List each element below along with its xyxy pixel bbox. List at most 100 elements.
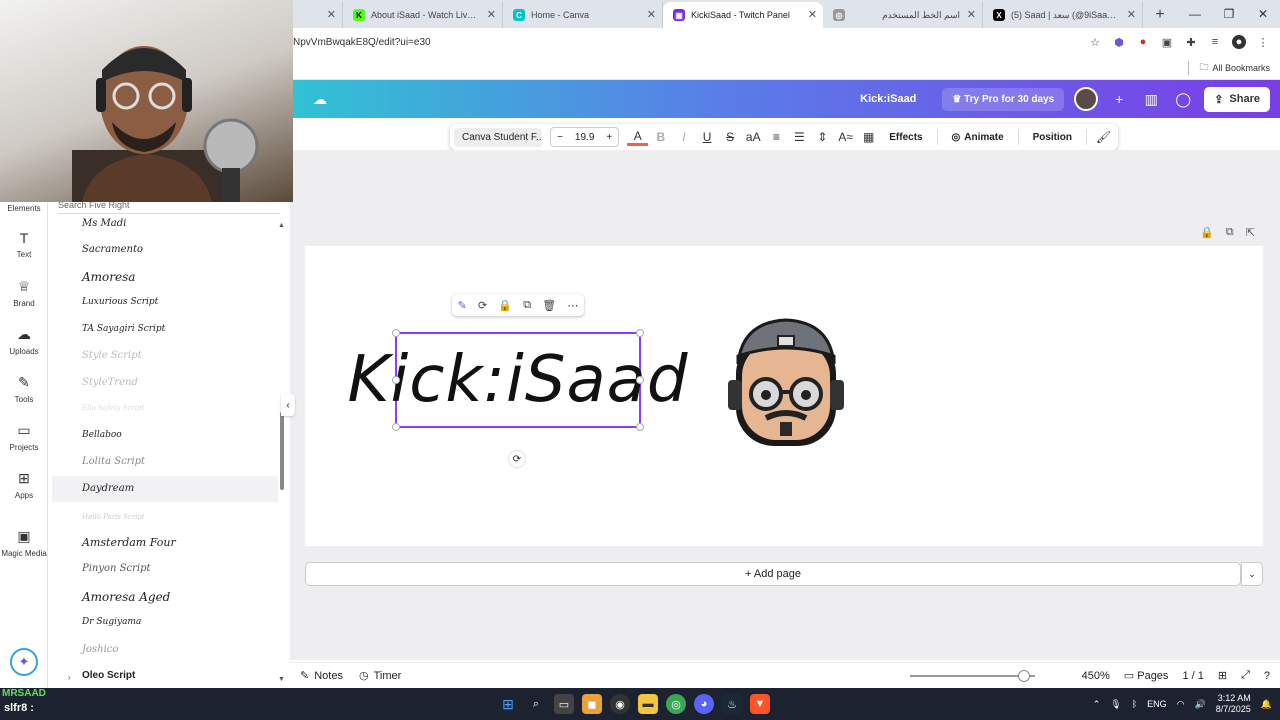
avatar[interactable] xyxy=(1074,87,1099,111)
rail-apps[interactable]: ⊞ Apps xyxy=(0,470,48,500)
text-effects-icon[interactable]: A≈ xyxy=(835,126,856,148)
resize-handle[interactable] xyxy=(636,376,644,384)
underline-icon[interactable]: U xyxy=(697,126,718,148)
font-list-item[interactable]: Amoresa xyxy=(82,270,135,284)
font-list-item[interactable]: Sacramento xyxy=(82,244,143,255)
obs-icon[interactable]: ◉ xyxy=(610,694,630,714)
all-bookmarks-link[interactable]: All Bookmarks xyxy=(1212,63,1270,73)
transparency-icon[interactable]: ▦ xyxy=(858,126,879,148)
chevron-up-icon[interactable]: ⌃ xyxy=(1093,699,1101,710)
url-field[interactable]: NpvVmBwqakE8Q/edit?ui=e30 xyxy=(293,37,1088,48)
chevron-down-icon[interactable]: ⌄ xyxy=(1241,562,1263,586)
italic-icon[interactable]: I xyxy=(673,126,694,148)
font-list-item[interactable]: Ms Madi xyxy=(82,218,126,229)
font-list-item[interactable]: Joshico xyxy=(82,644,118,655)
store-icon[interactable]: ◼ xyxy=(582,694,602,714)
rail-elements[interactable]: Elements xyxy=(0,204,48,213)
rail-uploads[interactable]: ☁ Uploads xyxy=(0,326,48,356)
rail-projects[interactable]: ▭ Projects xyxy=(0,422,48,452)
puzzle-icon[interactable]: ✚ xyxy=(1184,35,1198,49)
font-list-item[interactable]: Bellaboo xyxy=(82,430,122,440)
collapse-panel-button[interactable]: ‹ xyxy=(281,394,295,416)
decrease-size-button[interactable]: − xyxy=(551,132,569,143)
close-window-icon[interactable]: ✕ xyxy=(1246,0,1280,28)
fullscreen-icon[interactable]: ⤢ xyxy=(1241,669,1250,682)
font-list-item[interactable]: TA Sayagiri Script xyxy=(82,324,165,334)
chrome-icon[interactable]: ◎ xyxy=(666,694,686,714)
extension-square-icon[interactable]: ▣ xyxy=(1160,35,1174,49)
zoom-slider[interactable] xyxy=(910,670,1035,682)
add-collaborator-icon[interactable]: + xyxy=(1108,91,1130,107)
rail-tools[interactable]: ✎ Tools xyxy=(0,374,48,404)
refresh-icon[interactable]: ⟳ xyxy=(478,299,487,312)
font-list-item[interactable]: Oleo Script xyxy=(82,670,135,681)
spacing-icon[interactable]: ⇕ xyxy=(812,126,833,148)
more-icon[interactable]: ⋯ xyxy=(567,299,578,312)
resize-handle[interactable] xyxy=(392,423,400,431)
font-list-item[interactable]: Ella Safety Script xyxy=(82,404,144,412)
document-title[interactable]: Kick:iSaad xyxy=(860,93,916,105)
browser-tab-canva-home[interactable]: C Home - Canva ✕ xyxy=(503,2,663,28)
extension-shield-icon[interactable]: ⬢ xyxy=(1112,35,1126,49)
rail-text[interactable]: T Text xyxy=(0,230,48,259)
lang-indicator[interactable]: ENG xyxy=(1147,699,1167,709)
media-icon[interactable]: ≡ xyxy=(1208,35,1222,49)
chevron-right-icon[interactable]: › xyxy=(68,673,71,682)
browser-tab-x[interactable]: X (5) Saad | سعد (@9iSaad) / X ✕ xyxy=(983,2,1143,28)
timer-button[interactable]: ◷ Timer xyxy=(359,669,401,683)
close-icon[interactable]: ✕ xyxy=(1127,8,1136,21)
wifi-icon[interactable]: ◠ xyxy=(1177,699,1185,710)
browser-tab-active[interactable]: ▣ KickiSaad - Twitch Panel ✕ xyxy=(663,2,823,28)
increase-size-button[interactable]: + xyxy=(600,132,618,143)
notes-button[interactable]: ✎ Notes xyxy=(300,669,343,683)
steam-icon[interactable]: ♨ xyxy=(722,694,742,714)
scroll-down-icon[interactable]: ▼ xyxy=(278,676,285,683)
font-list-item[interactable]: Luxurious Script xyxy=(82,297,158,307)
task-view-icon[interactable]: ▭ xyxy=(554,694,574,714)
try-pro-button[interactable]: ♛ Try Pro for 30 days xyxy=(942,87,1065,111)
letter-case-icon[interactable]: aA xyxy=(743,126,764,148)
paint-format-icon[interactable]: 🖌 xyxy=(1093,126,1114,148)
strikethrough-icon[interactable]: S xyxy=(720,126,741,148)
add-page-icon[interactable]: ⇱ xyxy=(1246,226,1255,239)
cloud-save-icon[interactable]: ☁ xyxy=(313,91,327,108)
trash-icon[interactable]: 🗑 xyxy=(542,299,556,312)
font-list-item[interactable]: Amoresa Aged xyxy=(82,590,170,604)
rotate-handle-icon[interactable]: ⟳ xyxy=(509,451,525,467)
rail-brand[interactable]: ♕ Brand xyxy=(0,278,48,308)
share-button[interactable]: ⇪ Share xyxy=(1204,86,1270,112)
search-icon[interactable]: ⌕ xyxy=(526,694,546,714)
star-icon[interactable]: ☆ xyxy=(1088,35,1102,49)
zoom-level[interactable]: 450% xyxy=(1082,670,1110,682)
bold-icon[interactable]: B xyxy=(650,126,671,148)
list-icon[interactable]: ☰ xyxy=(789,126,810,148)
font-size-input[interactable]: 19.9 xyxy=(569,132,600,143)
add-page-button[interactable]: + Add page xyxy=(305,562,1241,586)
text-color-icon[interactable]: A xyxy=(627,128,649,146)
lock-icon[interactable]: 🔒 xyxy=(498,299,512,312)
effects-button[interactable]: Effects xyxy=(881,132,930,143)
font-list-item[interactable]: StyleTrend xyxy=(82,377,138,388)
restore-icon[interactable]: ❐ xyxy=(1212,0,1246,28)
close-icon[interactable]: ✕ xyxy=(647,8,656,21)
resize-handle[interactable] xyxy=(392,329,400,337)
close-icon[interactable]: ✕ xyxy=(487,8,496,21)
animate-button[interactable]: ◎ Animate xyxy=(944,132,1012,143)
font-list-item[interactable]: Hello Paris Script xyxy=(82,513,145,521)
font-panel-scrollbar[interactable]: ▲ ▼ xyxy=(278,222,286,683)
resize-handle[interactable] xyxy=(636,329,644,337)
grid-view-icon[interactable]: ⊞ xyxy=(1218,669,1227,682)
volume-icon[interactable]: 🔊 xyxy=(1195,699,1206,710)
scrollbar-thumb[interactable] xyxy=(280,412,284,490)
copy-icon[interactable]: ⧉ xyxy=(523,299,531,312)
selected-text-element[interactable]: Kick:iSaad xyxy=(347,329,688,431)
font-search-input[interactable]: Search Five Right xyxy=(58,200,280,214)
kebab-menu-icon[interactable]: ⋮ xyxy=(1256,35,1270,49)
bluetooth-icon[interactable]: ᛒ xyxy=(1132,699,1137,709)
font-list-item-hovered[interactable]: Daydream xyxy=(52,476,278,502)
pages-button[interactable]: ▭ Pages xyxy=(1124,669,1169,682)
minimize-icon[interactable]: — xyxy=(1178,0,1212,28)
close-icon[interactable]: ✕ xyxy=(327,8,336,21)
magic-edit-icon[interactable]: ✎ xyxy=(458,299,467,312)
lock-icon[interactable]: 🔒 xyxy=(1200,226,1214,239)
